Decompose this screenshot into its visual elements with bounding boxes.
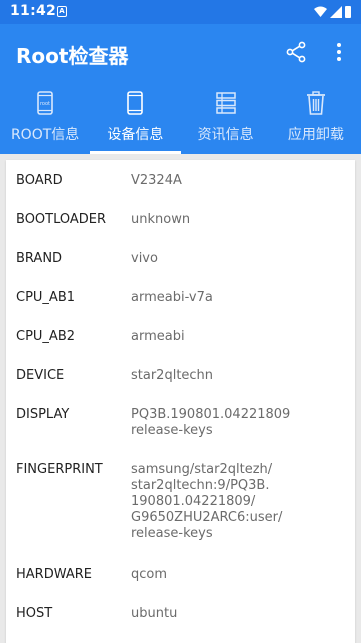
info-key: BOOTLOADER [16,212,107,227]
smartphone-icon [127,91,144,115]
tab-news-info[interactable]: 资讯信息 [181,82,271,154]
tab-label: 应用卸载 [287,127,344,143]
tab-device-info[interactable]: 设备信息 [90,82,181,154]
info-key: FINGERPRINT [16,462,103,477]
signal-icon [330,6,342,18]
tab-label: 资讯信息 [197,127,254,143]
status-bar: 11:42 A [0,0,361,24]
info-key: DEVICE [16,368,65,383]
app-bar: Root检查器 [0,24,361,82]
notification-icon: A [57,6,67,17]
info-key: HARDWARE [16,567,92,582]
info-value: V2324A [131,173,182,188]
tab-label: 设备信息 [107,127,164,143]
info-key: BRAND [16,251,63,266]
active-tab-indicator [90,151,181,154]
share-icon[interactable] [284,40,308,64]
battery-icon [345,6,351,18]
root-phone-icon: root [37,91,53,115]
status-time: 11:42 [10,3,57,19]
info-value: armeabi [131,329,185,344]
info-value: PQ3B.190801.04221809 release-keys [131,407,291,438]
tab-root-info[interactable]: root ROOT信息 [0,82,90,154]
trash-icon [306,91,325,115]
device-info-list[interactable]: BOARD V2324A BOOTLOADER unknown BRAND vi… [6,160,355,643]
info-key: HOST [16,606,53,621]
info-value: ubuntu [131,606,178,621]
more-vertical-icon[interactable] [327,40,351,64]
root-icon-text: root [40,101,50,107]
tab-app-uninstall[interactable]: 应用卸载 [271,82,361,154]
wifi-icon [314,6,327,17]
status-icons [314,6,351,18]
info-value: vivo [131,251,158,266]
info-key: DISPLAY [16,407,70,422]
tab-bar: root ROOT信息 设备信息 资讯信息 应用卸载 [0,82,361,154]
info-key: CPU_AB2 [16,329,76,344]
info-value: qcom [131,567,168,582]
tab-label: ROOT信息 [10,127,80,143]
info-value: unknown [131,212,191,227]
app-title: Root检查器 [16,44,129,68]
list-icon [215,92,236,114]
info-value: star2qltechn [131,368,214,383]
info-value: armeabi-v7a [131,290,213,305]
info-key: BOARD [16,173,63,188]
info-key: CPU_AB1 [16,290,76,305]
info-value: samsung/star2qltezh/ star2qltechn:9/PQ3B… [131,462,283,541]
